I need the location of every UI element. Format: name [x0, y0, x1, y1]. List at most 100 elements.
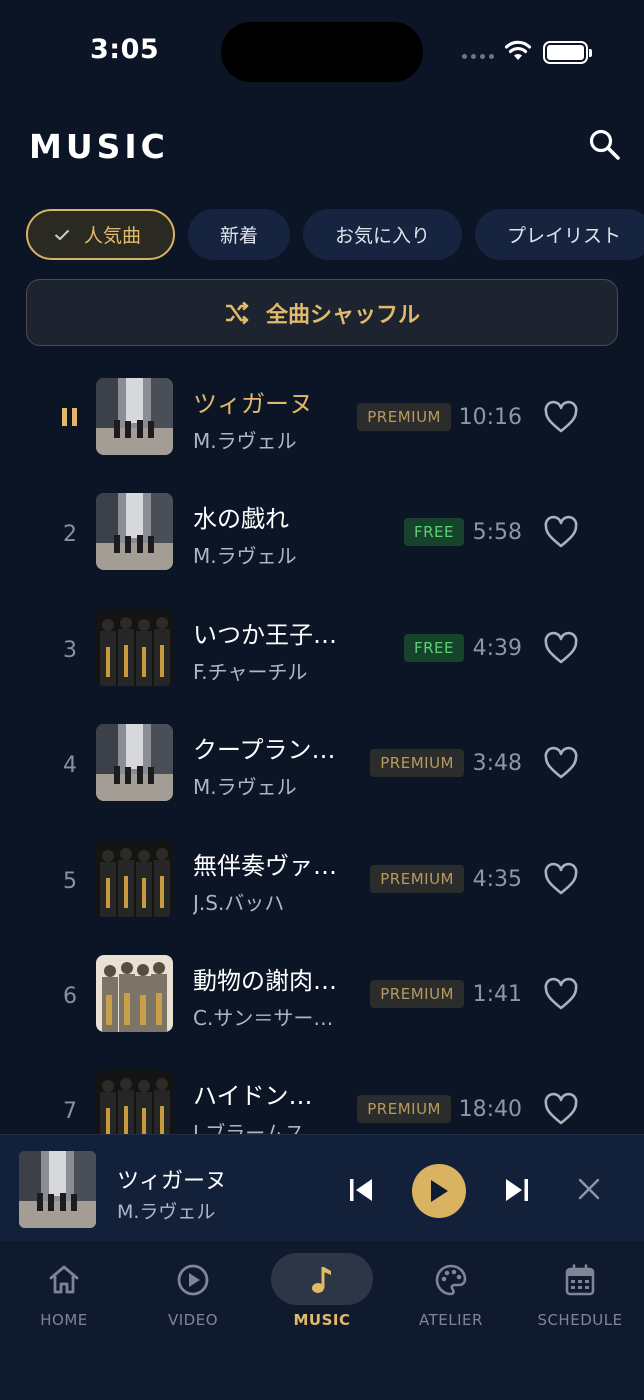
calendar-icon — [565, 1264, 595, 1296]
album-artwork — [96, 839, 173, 917]
tab-bar: HOME VIDEO MUSIC ATELIER SCHEDULE — [0, 1241, 644, 1400]
album-artwork — [96, 1070, 173, 1134]
chip-playlist[interactable]: プレイリスト — [475, 209, 644, 260]
tab-label: MUSIC — [293, 1311, 351, 1329]
track-duration: 10:16 — [458, 405, 522, 430]
palette-icon — [435, 1264, 467, 1296]
track-title: 水の戯れ — [193, 505, 289, 534]
track-row[interactable]: 5 無伴奏ヴァ… J.S.バッハ PREMIUM 4:35 — [0, 832, 644, 947]
tab-music[interactable]: MUSIC — [267, 1253, 377, 1343]
pause-icon[interactable] — [61, 406, 79, 428]
now-playing-artwork — [19, 1151, 96, 1228]
play-icon — [431, 1180, 448, 1202]
chip-label: お気に入り — [335, 225, 431, 247]
play-circle-icon — [177, 1264, 209, 1296]
chip-favorites[interactable]: お気に入り — [303, 209, 463, 260]
track-duration: 5:58 — [472, 520, 522, 546]
heart-icon[interactable] — [543, 746, 579, 780]
heart-icon[interactable] — [543, 1092, 579, 1126]
track-number: 2 — [63, 522, 77, 548]
track-row[interactable]: 3 いつか王子様が F.チャーチル FREE 4:39 — [0, 601, 644, 716]
track-row[interactable]: 7 ハイドン… J.ブラームス PREMIUM 18:40 — [0, 1062, 644, 1134]
filter-chips: 人気曲 新着 お気に入り プレイリスト — [26, 209, 644, 260]
track-title: クープラン… — [193, 736, 336, 765]
next-track-icon[interactable] — [502, 1176, 532, 1204]
tab-home[interactable]: HOME — [9, 1253, 119, 1343]
now-playing-title: ツィガーヌ — [117, 1169, 228, 1194]
chip-label: 人気曲 — [84, 225, 142, 247]
track-artist: M.ラヴェル — [193, 544, 297, 569]
track-row[interactable]: ツィガーヌ M.ラヴェル PREMIUM 10:16 — [0, 370, 644, 485]
tier-badge: PREMIUM — [370, 979, 464, 1008]
track-duration: 18:40 — [458, 1097, 522, 1123]
status-time: 3:05 — [90, 34, 160, 65]
tab-atelier[interactable]: ATELIER — [396, 1253, 506, 1343]
album-artwork — [96, 724, 173, 802]
heart-icon[interactable] — [543, 631, 579, 665]
chip-label: 新着 — [220, 225, 259, 247]
track-duration: 1:41 — [472, 981, 522, 1007]
album-artwork — [96, 378, 173, 455]
track-title: ハイドン… — [193, 1082, 313, 1111]
tier-badge: PREMIUM — [370, 749, 464, 778]
tier-badge: FREE — [403, 633, 464, 662]
track-title: 動物の謝肉… — [193, 966, 337, 995]
track-row[interactable]: 4 クープラン… M.ラヴェル PREMIUM 3:48 — [0, 716, 644, 831]
tier-badge: PREMIUM — [370, 864, 464, 893]
tab-label: ATELIER — [419, 1311, 483, 1329]
check-icon — [54, 229, 70, 240]
track-title: いつか王子様が — [193, 620, 353, 649]
status-bar: 3:05 — [0, 0, 644, 100]
track-duration: 3:48 — [472, 751, 522, 777]
track-number: 4 — [63, 753, 77, 779]
chip-label: プレイリスト — [507, 225, 622, 247]
heart-icon[interactable] — [543, 862, 579, 896]
track-number: 7 — [63, 1099, 77, 1125]
shuffle-icon — [225, 301, 249, 324]
track-row[interactable]: 2 水の戯れ M.ラヴェル FREE 5:58 — [0, 485, 644, 600]
track-artist: J.S.バッハ — [193, 890, 285, 915]
chip-popular[interactable]: 人気曲 — [26, 209, 176, 260]
track-duration: 4:35 — [472, 866, 522, 892]
shuffle-label: 全曲シャッフル — [265, 302, 420, 328]
track-number: 5 — [63, 868, 77, 894]
track-artist: J.ブラームス — [193, 1121, 305, 1134]
album-artwork — [96, 954, 173, 1032]
track-list: ツィガーヌ M.ラヴェル PREMIUM 10:16 2 水の戯れ M.ラヴェル FREE 5:… — [0, 370, 644, 1134]
tab-label: HOME — [40, 1311, 88, 1329]
shuffle-all-button[interactable]: 全曲シャッフル — [26, 279, 618, 346]
track-title: ツィガーヌ — [193, 390, 313, 418]
home-icon — [49, 1265, 79, 1294]
tier-badge: PREMIUM — [357, 403, 451, 431]
chip-new[interactable]: 新着 — [188, 209, 291, 260]
heart-icon[interactable] — [543, 977, 579, 1011]
track-duration: 4:39 — [472, 635, 522, 661]
search-icon[interactable] — [588, 128, 622, 162]
track-row[interactable]: 6 動物の謝肉… C.サン＝サー… PREMIUM 1:41 — [0, 947, 644, 1062]
track-artist: C.サン＝サー… — [193, 1005, 334, 1030]
battery-icon — [543, 41, 592, 64]
tier-badge: FREE — [403, 518, 464, 547]
play-button[interactable] — [412, 1164, 466, 1218]
close-icon[interactable] — [578, 1178, 600, 1200]
album-artwork — [96, 608, 173, 686]
wifi-icon — [504, 40, 532, 60]
track-artist: F.チャーチル — [193, 659, 308, 684]
track-number: 6 — [63, 983, 77, 1009]
dynamic-island — [221, 22, 423, 82]
signal-icon — [462, 54, 494, 59]
music-note-icon — [312, 1267, 331, 1293]
now-playing-artist: M.ラヴェル — [117, 1201, 216, 1223]
heart-icon[interactable] — [543, 400, 579, 434]
tab-video[interactable]: VIDEO — [138, 1253, 248, 1343]
tab-label: SCHEDULE — [537, 1311, 623, 1329]
heart-icon[interactable] — [543, 515, 579, 549]
tier-badge: PREMIUM — [357, 1095, 451, 1124]
tab-schedule[interactable]: SCHEDULE — [525, 1253, 635, 1343]
mini-player[interactable]: ツィガーヌ M.ラヴェル — [0, 1134, 644, 1241]
track-number: 3 — [63, 637, 77, 663]
previous-track-icon[interactable] — [346, 1176, 376, 1204]
tab-label: VIDEO — [167, 1311, 219, 1329]
track-title: 無伴奏ヴァ… — [193, 851, 337, 880]
album-artwork — [96, 493, 173, 571]
